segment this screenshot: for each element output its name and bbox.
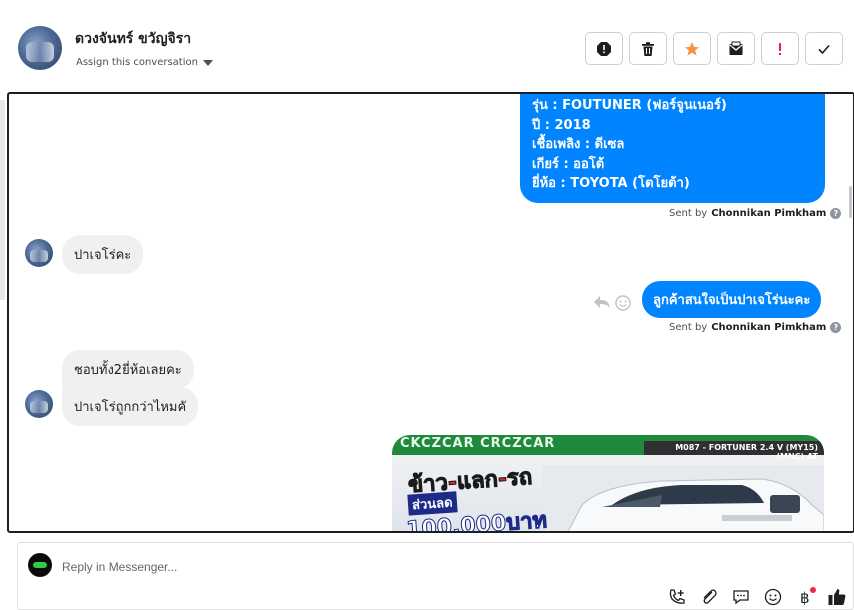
paperclip-icon <box>703 589 717 604</box>
thread-scrollbar[interactable] <box>847 94 853 531</box>
car-info-line: ปี : 2018 <box>532 117 591 133</box>
done-check-icon <box>818 44 830 54</box>
sender-name: Chonnikan Pimkham <box>711 208 827 219</box>
outgoing-message[interactable]: ลูกค้าสนใจเป็นปาเจโร่นะคะ <box>642 281 822 318</box>
car-promo-image[interactable]: CKCZCAR CRCZCAR M087 - FORTUNER 2.4 V (M… <box>392 435 824 531</box>
attach-file-button[interactable] <box>698 587 720 607</box>
left-edge-strip <box>0 100 5 300</box>
react-emoji-icon[interactable] <box>615 295 631 311</box>
spam-icon <box>597 41 611 56</box>
car-info-line: เชื้อเพลิง : ดีเซล <box>532 137 625 152</box>
question-icon[interactable]: ? <box>830 208 842 219</box>
star-icon <box>684 41 700 56</box>
incoming-message[interactable]: ชอบทั้ง2ยี่ห้อเลยคะ <box>62 350 194 389</box>
incoming-message[interactable]: ปาเจโร่คะ <box>62 235 144 274</box>
smiley-icon <box>764 588 782 606</box>
composer-tools: ฿ <box>666 587 848 607</box>
mark-unread-button[interactable] <box>717 32 755 65</box>
car-info-message[interactable]: รุ่น : FOUTUNER (ฟอร์จูนเนอร์) ปี : 2018… <box>520 94 825 203</box>
header-actions <box>585 32 843 65</box>
contact-avatar-small[interactable] <box>25 239 53 267</box>
incoming-message[interactable]: ปาเจโร่ถูกกว่าไหมคั <box>62 387 199 426</box>
reply-icon[interactable] <box>593 294 611 310</box>
car-info-line: เกียร์ : ออโต้ <box>532 156 605 172</box>
important-icon <box>779 42 781 55</box>
notification-dot <box>810 587 816 593</box>
caret-down-icon <box>202 59 213 66</box>
promo-model-tag: M087 - FORTUNER 2.4 V (MY15) (MNC) AT <box>644 441 824 461</box>
emoji-button[interactable] <box>762 587 784 607</box>
mark-important-button[interactable] <box>761 32 799 65</box>
car-photo <box>542 465 824 531</box>
reply-input[interactable] <box>62 557 662 577</box>
contact-avatar[interactable] <box>18 26 62 70</box>
car-info-line: รุ่น : FOUTUNER (ฟอร์จูนเนอร์) <box>532 98 727 113</box>
sent-by-label: Sent by Chonnikan Pimkham ? <box>669 208 842 219</box>
reply-composer: ฿ <box>17 542 854 610</box>
contact-name[interactable]: ดวงจันทร์ ขวัญจิรา <box>75 28 191 50</box>
scrollbar-thumb[interactable] <box>849 186 852 218</box>
delete-button[interactable] <box>629 32 667 65</box>
message-thread[interactable]: รุ่น : FOUTUNER (ฟอร์จูนเนอร์) ปี : 2018… <box>7 92 854 533</box>
sent-by-label: Sent by Chonnikan Pimkham ? <box>669 322 842 333</box>
contact-avatar-small[interactable] <box>25 390 53 418</box>
like-button[interactable] <box>826 587 848 607</box>
mark-unread-icon <box>729 41 743 55</box>
payment-button[interactable]: ฿ <box>794 587 816 607</box>
conversation-header: ดวงจันทร์ ขวัญจิรา Assign this conversat… <box>0 0 854 92</box>
assign-conversation-dropdown[interactable]: Assign this conversation <box>76 57 213 68</box>
saved-replies-button[interactable] <box>730 587 752 607</box>
svg-text:฿: ฿ <box>800 589 810 606</box>
add-call-button[interactable] <box>666 587 688 607</box>
phone-plus-icon <box>669 589 685 604</box>
question-icon[interactable]: ? <box>830 322 842 333</box>
assign-label: Assign this conversation <box>76 57 198 68</box>
trash-icon <box>642 41 654 56</box>
mark-spam-button[interactable] <box>585 32 623 65</box>
page-avatar <box>28 553 52 577</box>
mark-done-button[interactable] <box>805 32 843 65</box>
sender-name: Chonnikan Pimkham <box>711 322 827 333</box>
thumbs-up-icon <box>828 589 846 605</box>
car-info-line: ยี่ห้อ : TOYOTA (โตโยต้า) <box>532 176 690 191</box>
star-button[interactable] <box>673 32 711 65</box>
promo-band-text: CKCZCAR CRCZCAR <box>400 436 556 451</box>
chat-bubble-icon <box>733 590 749 605</box>
